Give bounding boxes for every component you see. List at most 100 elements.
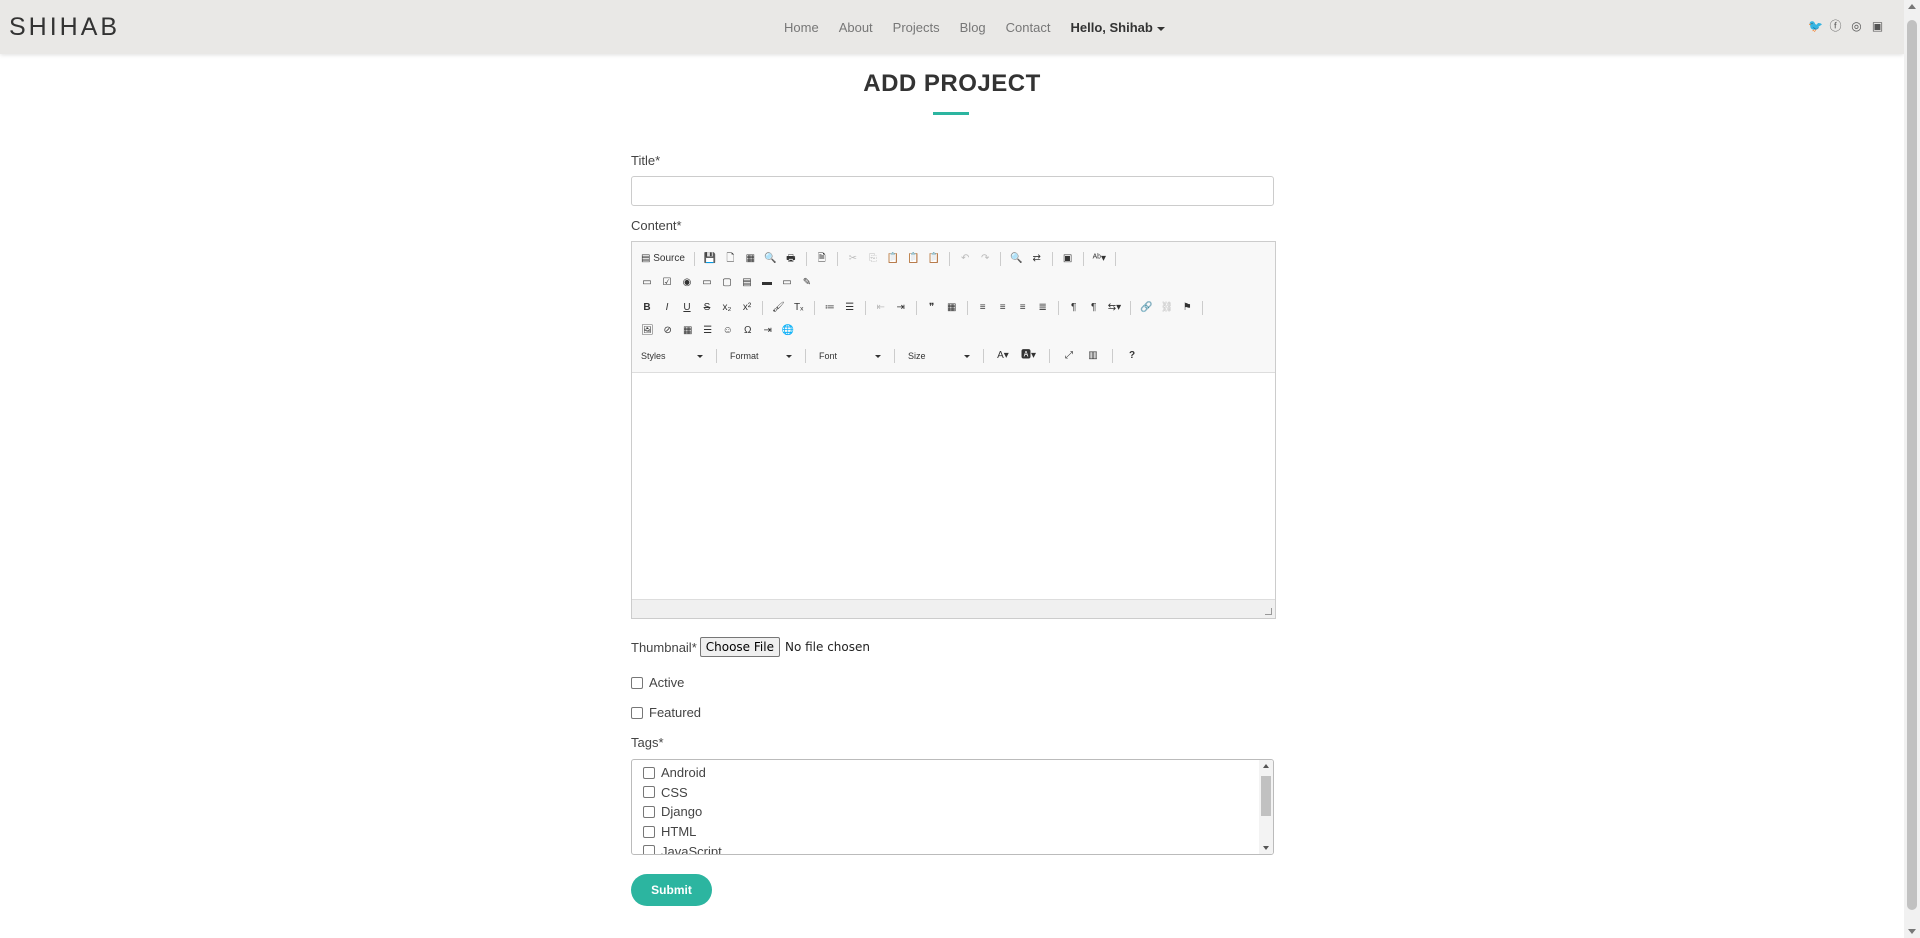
copy-icon[interactable]: ⎘ xyxy=(867,253,879,265)
nav-home[interactable]: Home xyxy=(784,20,819,35)
tag-checkbox[interactable] xyxy=(643,805,655,818)
ltr-icon[interactable]: ¶ xyxy=(1068,302,1080,314)
select-icon[interactable]: ▤ xyxy=(741,277,753,289)
checkbox-icon[interactable]: ☑ xyxy=(661,277,673,289)
hidden-field-icon[interactable]: ✎ xyxy=(801,277,813,289)
paste-word-icon[interactable]: 📋 xyxy=(928,253,940,265)
nav-blog[interactable]: Blog xyxy=(960,20,986,35)
nav-about[interactable]: About xyxy=(839,20,873,35)
anchor-icon[interactable]: ⚑ xyxy=(1181,302,1193,314)
remove-format-icon[interactable]: Tₓ xyxy=(793,302,805,314)
save-icon[interactable]: 💾 xyxy=(704,253,716,265)
cut-icon[interactable]: ✂ xyxy=(847,253,859,265)
table-icon[interactable]: ▦ xyxy=(682,325,694,337)
scroll-up-icon[interactable] xyxy=(1263,764,1269,768)
unlink-icon[interactable]: ⛓ xyxy=(1161,302,1174,314)
text-color-icon[interactable]: A▾ xyxy=(997,350,1009,362)
size-dropdown[interactable]: Size xyxy=(908,351,970,361)
align-left-icon[interactable]: ≡ xyxy=(977,302,989,314)
justify-icon[interactable]: ≣ xyxy=(1037,302,1049,314)
form-icon[interactable]: ▭ xyxy=(641,277,653,289)
link-icon[interactable]: 🔗 xyxy=(1140,302,1152,314)
background-color-icon[interactable]: 🅰▾ xyxy=(1021,350,1036,362)
replace-icon[interactable]: ⇄ xyxy=(1031,253,1043,265)
tag-checkbox[interactable] xyxy=(643,766,655,779)
tags-scrollbar[interactable] xyxy=(1259,760,1273,854)
editor-content-area[interactable] xyxy=(632,373,1275,599)
print-icon[interactable]: 🖶 xyxy=(785,253,797,265)
redo-icon[interactable]: ↷ xyxy=(979,253,991,265)
source-button[interactable]: ▤ Source xyxy=(641,253,685,265)
underline-icon[interactable]: U xyxy=(681,302,693,314)
tag-checkbox[interactable] xyxy=(643,825,655,838)
instagram-icon[interactable]: ◎ xyxy=(1850,20,1863,33)
select-all-icon[interactable]: ▣ xyxy=(1062,253,1074,265)
subscript-icon[interactable]: x₂ xyxy=(721,302,733,314)
italic-icon[interactable]: I xyxy=(661,302,673,314)
image-icon[interactable]: 🖼 xyxy=(641,325,654,337)
paste-text-icon[interactable]: 📋 xyxy=(907,253,919,265)
toolbar-separator xyxy=(836,252,838,266)
find-icon[interactable]: 🔍 xyxy=(1010,253,1022,265)
tag-checkbox[interactable] xyxy=(643,786,655,799)
brand-logo[interactable]: SHIHAB xyxy=(9,13,120,42)
iframe-icon[interactable]: 🌐 xyxy=(782,325,794,337)
help-icon[interactable]: ? xyxy=(1126,350,1138,362)
maximize-icon[interactable]: ⤢ xyxy=(1063,350,1075,362)
horizontal-line-icon[interactable]: ☰ xyxy=(702,325,714,337)
textarea-icon[interactable]: ▢ xyxy=(721,277,733,289)
language-icon[interactable]: ⇆▾ xyxy=(1108,302,1121,314)
page-break-icon[interactable]: ⇥ xyxy=(762,325,774,337)
resize-grip-icon[interactable] xyxy=(1265,608,1272,615)
button-icon[interactable]: ▬ xyxy=(761,277,773,289)
blockquote-icon[interactable]: ❞ xyxy=(926,302,938,314)
undo-icon[interactable]: ↶ xyxy=(959,253,971,265)
nav-projects[interactable]: Projects xyxy=(893,20,940,35)
show-blocks-icon[interactable]: ▥ xyxy=(1087,350,1099,362)
twitter-icon[interactable]: 🐦 xyxy=(1808,20,1823,33)
div-container-icon[interactable]: ▦ xyxy=(946,302,958,314)
indent-icon[interactable]: ⇥ xyxy=(895,302,907,314)
preview-icon[interactable]: 🔍 xyxy=(764,253,776,265)
rtl-icon[interactable]: ¶ xyxy=(1088,302,1100,314)
font-dropdown[interactable]: Font xyxy=(819,351,881,361)
numbered-list-icon[interactable]: ≔ xyxy=(824,302,836,314)
align-right-icon[interactable]: ≡ xyxy=(1017,302,1029,314)
format-dropdown[interactable]: Format xyxy=(730,351,792,361)
styles-dropdown[interactable]: Styles xyxy=(641,351,703,361)
outdent-icon[interactable]: ⇤ xyxy=(875,302,887,314)
active-checkbox[interactable] xyxy=(631,676,643,689)
scroll-down-icon[interactable] xyxy=(1263,846,1269,850)
copy-format-icon[interactable]: 🖌 xyxy=(772,302,785,314)
scroll-thumb[interactable] xyxy=(1261,776,1271,816)
new-page-icon[interactable]: 🗋 xyxy=(724,253,736,265)
strikethrough-icon[interactable]: S xyxy=(701,302,713,314)
document-icon[interactable]: 🗎 xyxy=(816,253,828,265)
bold-icon[interactable]: B xyxy=(641,302,653,314)
flash-icon[interactable]: ⊘ xyxy=(662,325,674,337)
scroll-up-icon[interactable] xyxy=(1908,4,1916,9)
special-char-icon[interactable]: Ω xyxy=(742,325,754,337)
title-input[interactable] xyxy=(631,176,1274,206)
superscript-icon[interactable]: x² xyxy=(741,302,753,314)
nav-contact[interactable]: Contact xyxy=(1006,20,1051,35)
page-scrollbar[interactable] xyxy=(1904,0,1920,938)
linkedin-icon[interactable]: ▣ xyxy=(1871,20,1884,33)
choose-file-button[interactable]: Choose File xyxy=(699,637,780,657)
tag-checkbox[interactable] xyxy=(643,845,655,854)
textfield-icon[interactable]: ▭ xyxy=(701,277,713,289)
align-center-icon[interactable]: ≡ xyxy=(997,302,1009,314)
paste-icon[interactable]: 📋 xyxy=(887,253,899,265)
featured-checkbox[interactable] xyxy=(631,706,643,719)
spellcheck-icon[interactable]: ᴬᵇ▾ xyxy=(1093,253,1106,265)
smiley-icon[interactable]: ☺ xyxy=(722,325,734,337)
scroll-thumb[interactable] xyxy=(1907,20,1917,910)
templates-icon[interactable]: ▦ xyxy=(744,253,756,265)
radio-icon[interactable]: ◉ xyxy=(681,277,693,289)
submit-button[interactable]: Submit xyxy=(631,874,712,906)
image-button-icon[interactable]: ▭ xyxy=(781,277,793,289)
user-menu-dropdown[interactable]: Hello, Shihab xyxy=(1070,20,1165,35)
facebook-icon[interactable]: ⓕ xyxy=(1829,20,1842,33)
scroll-down-icon[interactable] xyxy=(1908,929,1916,934)
bulleted-list-icon[interactable]: ☰ xyxy=(844,302,856,314)
